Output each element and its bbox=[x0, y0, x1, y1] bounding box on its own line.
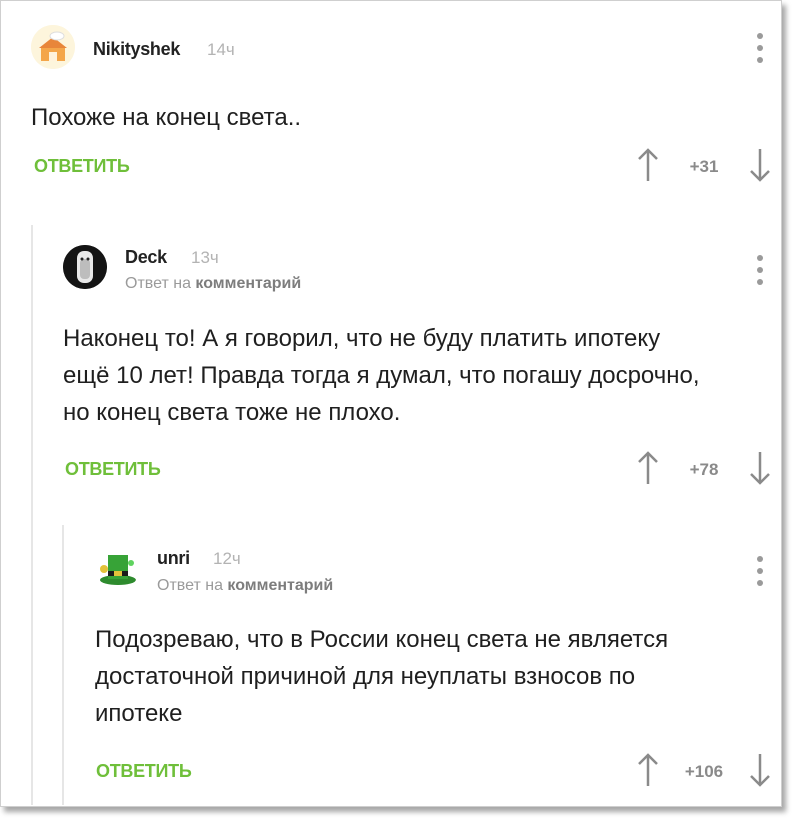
arrow-up-icon[interactable] bbox=[637, 450, 659, 486]
comment-text-line: Подозреваю, что в России конец света не … bbox=[95, 626, 669, 653]
arrow-down-icon[interactable] bbox=[749, 147, 771, 183]
reply-button[interactable]: ОТВЕТИТЬ bbox=[96, 761, 192, 782]
reply-to-prefix: Ответ на bbox=[125, 275, 191, 292]
timestamp: 13ч bbox=[191, 248, 219, 267]
vote-controls: +31 bbox=[634, 147, 774, 187]
comment-text-line: но конец света тоже не плохо. bbox=[63, 399, 401, 426]
timestamp: 12ч bbox=[213, 549, 241, 568]
username[interactable]: Deck bbox=[125, 247, 167, 268]
score: +78 bbox=[689, 460, 719, 479]
avatar[interactable] bbox=[31, 25, 75, 69]
reply-to-line: Ответ на комментарий bbox=[157, 577, 333, 595]
avatar-leprechaun-hat-icon bbox=[95, 547, 139, 591]
reply-button[interactable]: ОТВЕТИТЬ bbox=[65, 459, 161, 480]
comment-text-line: достаточной причиной для неуплаты взносо… bbox=[95, 663, 636, 690]
comments-panel: Nikityshek 14ч Похоже на конец света.. О… bbox=[0, 0, 782, 807]
score: +31 bbox=[689, 157, 719, 176]
avatar[interactable] bbox=[95, 547, 139, 591]
reply-button[interactable]: ОТВЕТИТЬ bbox=[34, 156, 130, 177]
reply-to-link[interactable]: комментарий bbox=[195, 275, 301, 292]
thread-line-level-1 bbox=[31, 225, 33, 805]
timestamp: 14ч bbox=[207, 40, 235, 59]
avatar-house-icon bbox=[31, 25, 75, 69]
reply-to-line: Ответ на комментарий bbox=[125, 275, 301, 293]
arrow-down-icon[interactable] bbox=[749, 450, 771, 486]
reply-to-link[interactable]: комментарий bbox=[227, 577, 333, 594]
more-vertical-icon[interactable] bbox=[754, 255, 766, 285]
comment-text-line: Наконец то! А я говорил, что не буду пла… bbox=[63, 325, 661, 352]
more-vertical-icon[interactable] bbox=[754, 33, 766, 63]
comment-text: Наконец то! А я говорил, что не буду пла… bbox=[63, 320, 700, 431]
avatar[interactable] bbox=[63, 245, 107, 289]
comment-nikityshek: Nikityshek 14ч Похоже на конец света.. О… bbox=[1, 1, 781, 211]
thread-line-level-2 bbox=[62, 525, 64, 805]
reply-to-prefix: Ответ на bbox=[157, 577, 223, 594]
comment-text-line: ипотеке bbox=[95, 700, 183, 727]
vote-controls: +78 bbox=[634, 450, 774, 490]
vote-controls: +106 bbox=[634, 752, 774, 792]
username[interactable]: unri bbox=[157, 548, 190, 569]
more-vertical-icon[interactable] bbox=[754, 556, 766, 586]
comment-text: Подозреваю, что в России конец света не … bbox=[95, 621, 668, 732]
arrow-up-icon[interactable] bbox=[637, 752, 659, 788]
arrow-up-icon[interactable] bbox=[637, 147, 659, 183]
avatar-figure-icon bbox=[63, 245, 107, 289]
comment-text-line: ещё 10 лет! Правда тогда я думал, что по… bbox=[63, 362, 700, 389]
comment-text: Похоже на конец света.. bbox=[31, 104, 302, 131]
arrow-down-icon[interactable] bbox=[749, 752, 771, 788]
score: +106 bbox=[684, 762, 724, 781]
username[interactable]: Nikityshek bbox=[93, 39, 180, 60]
